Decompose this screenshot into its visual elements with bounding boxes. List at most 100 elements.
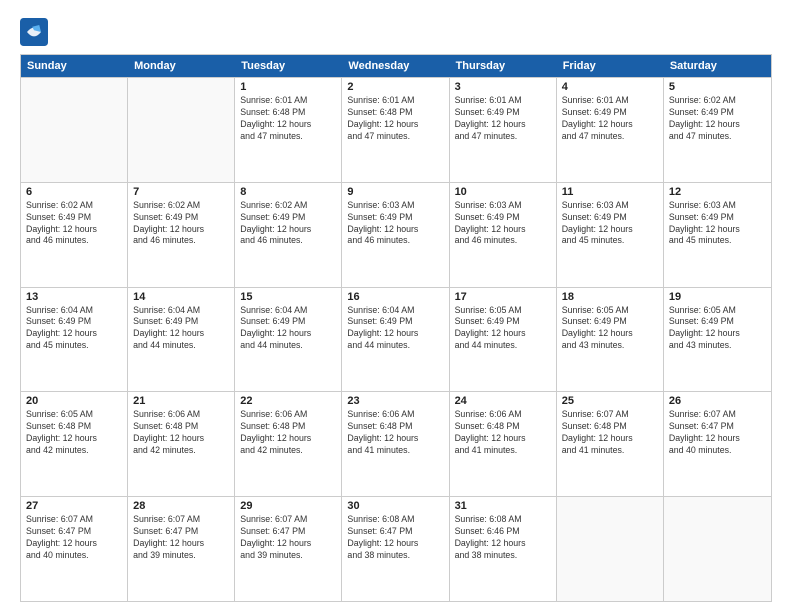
cell-info: Sunrise: 6:01 AM Sunset: 6:49 PM Dayligh… [562, 95, 658, 143]
cell-info: Sunrise: 6:08 AM Sunset: 6:46 PM Dayligh… [455, 514, 551, 562]
day-number: 17 [455, 291, 551, 303]
cell-info: Sunrise: 6:05 AM Sunset: 6:49 PM Dayligh… [562, 305, 658, 353]
cell-info: Sunrise: 6:07 AM Sunset: 6:48 PM Dayligh… [562, 409, 658, 457]
day-number: 6 [26, 186, 122, 198]
day-number: 21 [133, 395, 229, 407]
day-number: 25 [562, 395, 658, 407]
weekday-header-monday: Monday [128, 55, 235, 77]
day-number: 27 [26, 500, 122, 512]
day-cell-11: 11 Sunrise: 6:03 AM Sunset: 6:49 PM Dayli… [557, 183, 664, 287]
calendar-row-1: 1Sunrise: 6:01 AM Sunset: 6:48 PM Daylig… [21, 77, 771, 182]
cell-info: Sunrise: 6:02 AM Sunset: 6:49 PM Dayligh… [133, 200, 229, 248]
cell-info: Sunrise: 6:04 AM Sunset: 6:49 PM Dayligh… [240, 305, 336, 353]
day-number: 24 [455, 395, 551, 407]
weekday-header-sunday: Sunday [21, 55, 128, 77]
day-cell-19: 19 Sunrise: 6:05 AM Sunset: 6:49 PM Dayli… [664, 288, 771, 392]
calendar-row-3: 13 Sunrise: 6:04 AM Sunset: 6:49 PM Dayli… [21, 287, 771, 392]
day-cell-18: 18 Sunrise: 6:05 AM Sunset: 6:49 PM Dayli… [557, 288, 664, 392]
day-number: 2 [347, 81, 443, 93]
calendar: SundayMondayTuesdayWednesdayThursdayFrid… [20, 54, 772, 602]
weekday-header-tuesday: Tuesday [235, 55, 342, 77]
day-cell-8: 8 Sunrise: 6:02 AM Sunset: 6:49 PM Daylig… [235, 183, 342, 287]
cell-info: Sunrise: 6:08 AM Sunset: 6:47 PM Dayligh… [347, 514, 443, 562]
logo-icon [20, 18, 48, 46]
day-number: 28 [133, 500, 229, 512]
day-cell-25: 25 Sunrise: 6:07 AM Sunset: 6:48 PM Dayli… [557, 392, 664, 496]
day-cell-14: 14 Sunrise: 6:04 AM Sunset: 6:49 PM Dayli… [128, 288, 235, 392]
day-cell-23: 23Sunrise: 6:06 AM Sunset: 6:48 PM Dayli… [342, 392, 449, 496]
weekday-header-friday: Friday [557, 55, 664, 77]
day-cell-2: 2Sunrise: 6:01 AM Sunset: 6:48 PM Daylig… [342, 78, 449, 182]
day-number: 19 [669, 291, 766, 303]
day-cell-1: 1Sunrise: 6:01 AM Sunset: 6:48 PM Daylig… [235, 78, 342, 182]
day-cell-12: 12 Sunrise: 6:03 AM Sunset: 6:49 PM Dayli… [664, 183, 771, 287]
day-cell-17: 17 Sunrise: 6:05 AM Sunset: 6:49 PM Dayli… [450, 288, 557, 392]
calendar-body: 1Sunrise: 6:01 AM Sunset: 6:48 PM Daylig… [21, 77, 771, 601]
calendar-header: SundayMondayTuesdayWednesdayThursdayFrid… [21, 55, 771, 77]
day-cell-10: 10 Sunrise: 6:03 AM Sunset: 6:49 PM Dayli… [450, 183, 557, 287]
day-cell-15: 15 Sunrise: 6:04 AM Sunset: 6:49 PM Dayli… [235, 288, 342, 392]
day-cell-26: 26 Sunrise: 6:07 AM Sunset: 6:47 PM Dayli… [664, 392, 771, 496]
day-number: 7 [133, 186, 229, 198]
weekday-header-saturday: Saturday [664, 55, 771, 77]
cell-info: Sunrise: 6:04 AM Sunset: 6:49 PM Dayligh… [26, 305, 122, 353]
day-number: 9 [347, 186, 443, 198]
day-cell-13: 13 Sunrise: 6:04 AM Sunset: 6:49 PM Dayli… [21, 288, 128, 392]
page: SundayMondayTuesdayWednesdayThursdayFrid… [0, 0, 792, 612]
day-number: 13 [26, 291, 122, 303]
day-number: 31 [455, 500, 551, 512]
day-cell-27: 27Sunrise: 6:07 AM Sunset: 6:47 PM Dayli… [21, 497, 128, 601]
cell-info: Sunrise: 6:06 AM Sunset: 6:48 PM Dayligh… [455, 409, 551, 457]
cell-info: Sunrise: 6:05 AM Sunset: 6:49 PM Dayligh… [669, 305, 766, 353]
day-cell-3: 3 Sunrise: 6:01 AM Sunset: 6:49 PM Daylig… [450, 78, 557, 182]
day-number: 29 [240, 500, 336, 512]
empty-cell-r0c0 [21, 78, 128, 182]
day-cell-29: 29 Sunrise: 6:07 AM Sunset: 6:47 PM Dayli… [235, 497, 342, 601]
day-number: 26 [669, 395, 766, 407]
day-cell-31: 31 Sunrise: 6:08 AM Sunset: 6:46 PM Dayli… [450, 497, 557, 601]
cell-info: Sunrise: 6:03 AM Sunset: 6:49 PM Dayligh… [562, 200, 658, 248]
day-cell-20: 20 Sunrise: 6:05 AM Sunset: 6:48 PM Dayli… [21, 392, 128, 496]
cell-info: Sunrise: 6:02 AM Sunset: 6:49 PM Dayligh… [669, 95, 766, 143]
day-cell-22: 22 Sunrise: 6:06 AM Sunset: 6:48 PM Dayli… [235, 392, 342, 496]
calendar-row-4: 20 Sunrise: 6:05 AM Sunset: 6:48 PM Dayli… [21, 391, 771, 496]
cell-info: Sunrise: 6:03 AM Sunset: 6:49 PM Dayligh… [669, 200, 766, 248]
day-number: 15 [240, 291, 336, 303]
day-number: 3 [455, 81, 551, 93]
cell-info: Sunrise: 6:06 AM Sunset: 6:48 PM Dayligh… [240, 409, 336, 457]
day-number: 12 [669, 186, 766, 198]
weekday-header-thursday: Thursday [450, 55, 557, 77]
cell-info: Sunrise: 6:05 AM Sunset: 6:48 PM Dayligh… [26, 409, 122, 457]
day-number: 23 [347, 395, 443, 407]
day-number: 18 [562, 291, 658, 303]
calendar-row-5: 27 Sunrise: 6:07 AM Sunset: 6:47 PM Dayli… [21, 496, 771, 601]
day-number: 30 [347, 500, 443, 512]
day-number: 10 [455, 186, 551, 198]
day-number: 16 [347, 291, 443, 303]
cell-info: Sunrise: 6:02 AM Sunset: 6:49 PM Dayligh… [26, 200, 122, 248]
day-number: 22 [240, 395, 336, 407]
cell-info: Sunrise: 6:04 AM Sunset: 6:49 PM Dayligh… [347, 305, 443, 353]
cell-info: Sunrise: 6:07 AM Sunset: 6:47 PM Dayligh… [240, 514, 336, 562]
day-number: 20 [26, 395, 122, 407]
cell-info: Sunrise: 6:04 AM Sunset: 6:49 PM Dayligh… [133, 305, 229, 353]
cell-info: Sunrise: 6:07 AM Sunset: 6:47 PM Dayligh… [669, 409, 766, 457]
empty-cell-r4c6 [664, 497, 771, 601]
cell-info: Sunrise: 6:01 AM Sunset: 6:49 PM Dayligh… [455, 95, 551, 143]
cell-info: Sunrise: 6:01 AM Sunset: 6:48 PM Dayligh… [240, 95, 336, 143]
day-cell-9: 9Sunrise: 6:03 AM Sunset: 6:49 PM Daylig… [342, 183, 449, 287]
cell-info: Sunrise: 6:03 AM Sunset: 6:49 PM Dayligh… [455, 200, 551, 248]
day-cell-16: 16 Sunrise: 6:04 AM Sunset: 6:49 PM Dayli… [342, 288, 449, 392]
day-number: 8 [240, 186, 336, 198]
day-cell-30: 30 Sunrise: 6:08 AM Sunset: 6:47 PM Dayli… [342, 497, 449, 601]
day-number: 11 [562, 186, 658, 198]
day-cell-21: 21 Sunrise: 6:06 AM Sunset: 6:48 PM Dayli… [128, 392, 235, 496]
day-cell-6: 6 Sunrise: 6:02 AM Sunset: 6:49 PM Daylig… [21, 183, 128, 287]
weekday-header-wednesday: Wednesday [342, 55, 449, 77]
cell-info: Sunrise: 6:06 AM Sunset: 6:48 PM Dayligh… [133, 409, 229, 457]
cell-info: Sunrise: 6:02 AM Sunset: 6:49 PM Dayligh… [240, 200, 336, 248]
day-number: 14 [133, 291, 229, 303]
day-number: 5 [669, 81, 766, 93]
cell-info: Sunrise: 6:07 AM Sunset: 6:47 PM Dayligh… [133, 514, 229, 562]
cell-info: Sunrise: 6:05 AM Sunset: 6:49 PM Dayligh… [455, 305, 551, 353]
